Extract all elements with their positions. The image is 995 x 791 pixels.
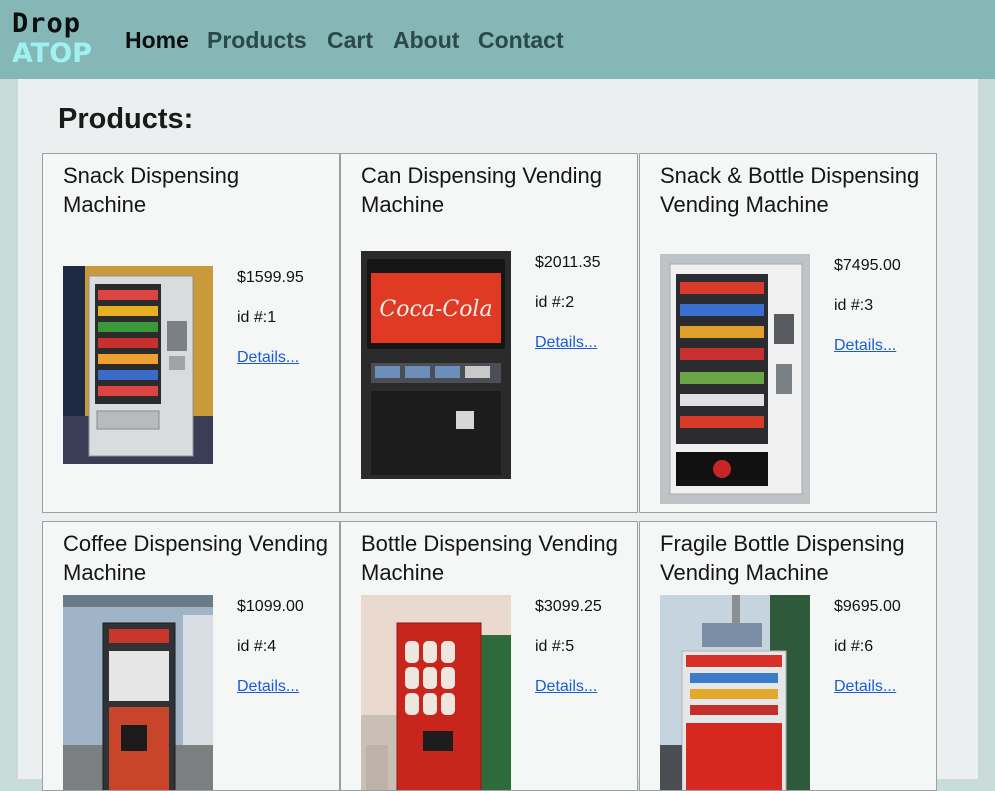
product-id: id #:3 — [834, 297, 874, 314]
product-price: $7495.00 — [834, 257, 901, 274]
product-card-2: Can Dispensing Vending Machine Coca-Cola — [340, 153, 638, 513]
can-machine-image: Coca-Cola — [361, 251, 511, 479]
details-link[interactable]: Details... — [535, 333, 635, 353]
product-image[interactable] — [63, 595, 213, 790]
nav-products[interactable]: Products — [207, 24, 307, 56]
product-title: Can Dispensing Vending Machine — [361, 163, 602, 217]
product-title: Snack & Bottle Dispensing Vending Machin… — [660, 163, 920, 217]
product-id: id #:2 — [535, 294, 575, 311]
nav-about[interactable]: About — [393, 24, 459, 56]
product-image[interactable]: Coca-Cola — [361, 251, 511, 479]
product-info: $3099.25 id #:5 Details... — [535, 597, 635, 697]
product-id: id #:6 — [834, 638, 874, 655]
logo-text-bottom: ATOP — [12, 38, 92, 69]
product-info: $1599.95 id #:1 Details... — [237, 268, 337, 368]
product-id: id #:1 — [237, 309, 277, 326]
machine-logo-text: Coca-Cola — [379, 297, 492, 322]
nav-cart[interactable]: Cart — [327, 24, 373, 56]
product-price: $9695.00 — [834, 598, 901, 615]
product-image[interactable] — [660, 254, 810, 504]
bottle-machine-image — [361, 595, 511, 790]
nav-contact[interactable]: Contact — [478, 24, 564, 56]
product-info: $9695.00 id #:6 Details... — [834, 597, 934, 697]
product-price: $1599.95 — [237, 269, 304, 286]
product-price: $3099.25 — [535, 598, 602, 615]
main-content: Products: Snack Dispensing Machine $1599… — [18, 79, 978, 791]
coffee-machine-image — [63, 595, 213, 790]
product-id: id #:5 — [535, 638, 575, 655]
logo[interactable]: Drop ATOP — [12, 8, 102, 70]
product-title: Coffee Dispensing Vending Machine — [63, 531, 329, 585]
fragile-bottle-machine-image — [660, 595, 810, 790]
product-card-4: Coffee Dispensing Vending Machine $1099.… — [42, 521, 340, 791]
page-title: Products: — [58, 103, 194, 135]
details-link[interactable]: Details... — [535, 677, 635, 697]
logo-text-top: Drop — [12, 8, 82, 39]
product-card-6: Fragile Bottle Dispensing Vending Machin… — [639, 521, 937, 791]
product-title: Bottle Dispensing Vending Machine — [361, 531, 618, 585]
product-price: $1099.00 — [237, 598, 304, 615]
product-info: $1099.00 id #:4 Details... — [237, 597, 337, 697]
product-info: $7495.00 id #:3 Details... — [834, 256, 934, 356]
product-title: Snack Dispensing Machine — [63, 163, 240, 217]
snack-bottle-machine-image — [660, 254, 810, 504]
product-image[interactable] — [660, 595, 810, 790]
product-image[interactable] — [63, 266, 213, 464]
product-card-5: Bottle Dispensing Vending Machine $3099.… — [340, 521, 638, 791]
details-link[interactable]: Details... — [237, 677, 337, 697]
product-image[interactable] — [361, 595, 511, 790]
details-link[interactable]: Details... — [834, 677, 934, 697]
snack-machine-image — [63, 266, 213, 464]
product-card-1: Snack Dispensing Machine $1599.95 id #:1… — [42, 153, 340, 513]
product-info: $2011.35 id #:2 Details... — [535, 253, 635, 353]
product-title: Fragile Bottle Dispensing Vending Machin… — [660, 531, 905, 585]
details-link[interactable]: Details... — [237, 348, 337, 368]
product-price: $2011.35 — [535, 254, 601, 271]
details-link[interactable]: Details... — [834, 336, 934, 356]
top-navbar: Drop ATOP Home Products Cart About Conta… — [0, 0, 995, 79]
product-id: id #:4 — [237, 638, 277, 655]
nav-home[interactable]: Home — [125, 24, 189, 56]
product-card-3: Snack & Bottle Dispensing Vending Machin… — [639, 153, 937, 513]
